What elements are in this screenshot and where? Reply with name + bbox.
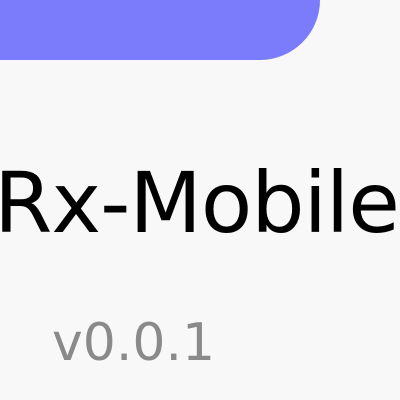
app-version: v0.0.1: [52, 313, 216, 373]
splash-screen: Rx-Mobile v0.0.1: [0, 0, 400, 400]
app-title: Rx-Mobile: [0, 154, 400, 252]
header-accent-shape: [0, 0, 320, 60]
